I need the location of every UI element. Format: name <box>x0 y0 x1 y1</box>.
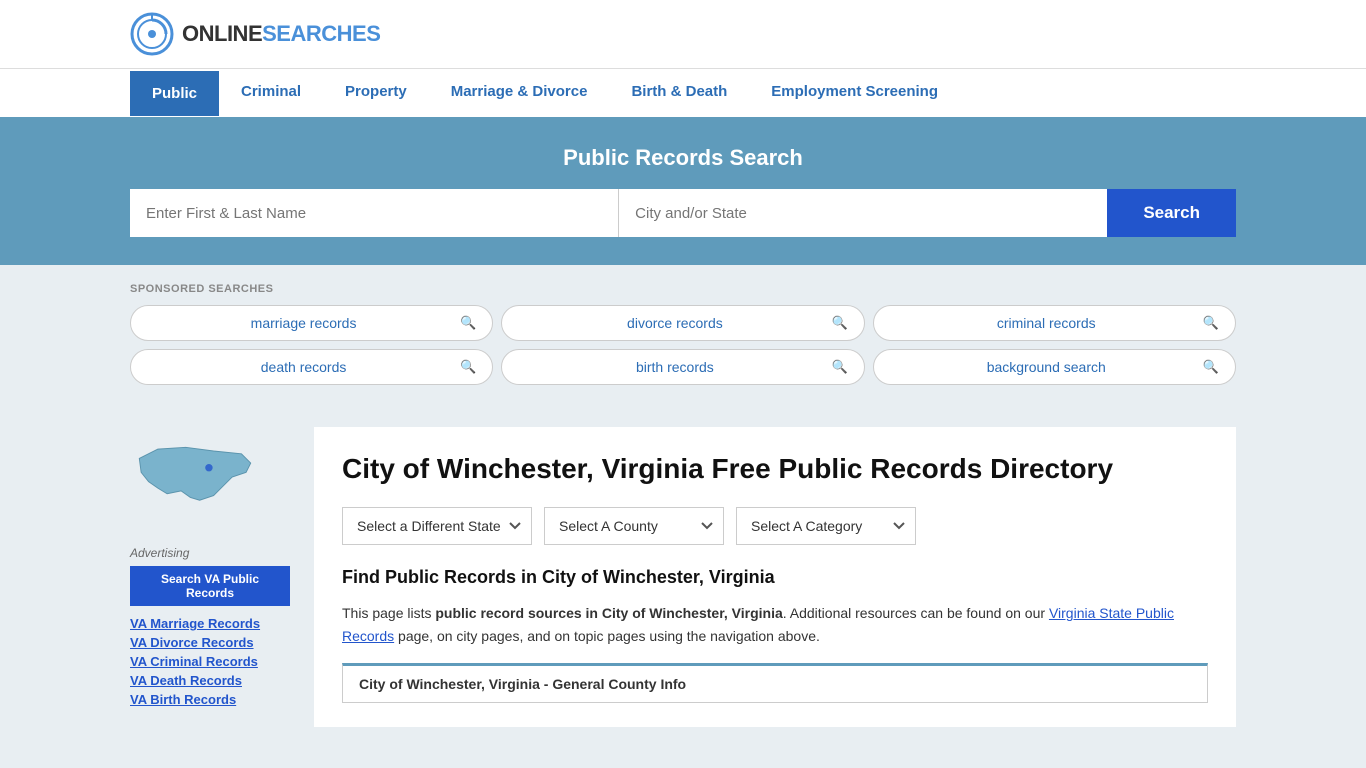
logo-text-searches: SEARCHES <box>262 21 380 46</box>
search-icon-5: 🔍 <box>831 359 847 375</box>
search-icon-2: 🔍 <box>831 315 847 331</box>
dropdowns-row: Select a Different State Select A County… <box>342 507 1208 545</box>
search-hero: Public Records Search Search <box>0 117 1366 265</box>
sidebar-link-va-birth[interactable]: VA Birth Records <box>130 692 290 707</box>
nav-item-public[interactable]: Public <box>130 71 219 116</box>
category-dropdown[interactable]: Select A Category <box>736 507 916 545</box>
sponsored-pill-birth[interactable]: birth records 🔍 <box>501 349 864 385</box>
sidebar-link-va-divorce[interactable]: VA Divorce Records <box>130 635 290 650</box>
find-records-bold: public record sources in City of Winches… <box>435 605 782 621</box>
sponsored-pill-divorce-text: divorce records <box>518 315 831 331</box>
content-area: Advertising Search VA Public Records VA … <box>0 403 1366 751</box>
logo[interactable]: ONLINESEARCHES <box>130 12 380 56</box>
sidebar-link-va-marriage[interactable]: VA Marriage Records <box>130 616 290 631</box>
search-icon-1: 🔍 <box>460 315 476 331</box>
search-icon-6: 🔍 <box>1203 359 1219 375</box>
sponsored-pill-birth-text: birth records <box>518 359 831 375</box>
search-name-input[interactable] <box>130 189 619 237</box>
find-records-text-1: This page lists <box>342 605 435 621</box>
virginia-map <box>130 427 260 527</box>
sponsored-pill-marriage[interactable]: marriage records 🔍 <box>130 305 493 341</box>
county-info-bar: City of Winchester, Virginia - General C… <box>342 663 1208 703</box>
sidebar-ad-button[interactable]: Search VA Public Records <box>130 566 290 606</box>
find-records-title: Find Public Records in City of Wincheste… <box>342 567 1208 588</box>
sponsored-pill-marriage-text: marriage records <box>147 315 460 331</box>
sponsored-pill-divorce[interactable]: divorce records 🔍 <box>501 305 864 341</box>
sponsored-grid-row1: marriage records 🔍 divorce records 🔍 cri… <box>130 305 1236 341</box>
sponsored-grid-row2: death records 🔍 birth records 🔍 backgrou… <box>130 349 1236 385</box>
state-dropdown[interactable]: Select a Different State <box>342 507 532 545</box>
search-icon-4: 🔍 <box>460 359 476 375</box>
sidebar-link-va-death[interactable]: VA Death Records <box>130 673 290 688</box>
find-records-text-3: page, on city pages, and on topic pages … <box>394 628 820 644</box>
search-location-input[interactable] <box>619 189 1107 237</box>
search-bar: Search <box>130 189 1236 237</box>
nav-item-property[interactable]: Property <box>323 69 429 117</box>
find-records-text-2: . Additional resources can be found on o… <box>783 605 1049 621</box>
search-button[interactable]: Search <box>1107 189 1236 237</box>
sponsored-pill-death-text: death records <box>147 359 460 375</box>
sponsored-section: SPONSORED SEARCHES marriage records 🔍 di… <box>0 265 1366 403</box>
logo-text-online: ONLINE <box>182 21 262 46</box>
sidebar-link-va-criminal[interactable]: VA Criminal Records <box>130 654 290 669</box>
header: ONLINESEARCHES <box>0 0 1366 69</box>
find-records-description: This page lists public record sources in… <box>342 602 1208 647</box>
sidebar-ad-label: Advertising <box>130 546 290 560</box>
logo-icon <box>130 12 174 56</box>
search-hero-title: Public Records Search <box>130 145 1236 171</box>
nav-item-employment-screening[interactable]: Employment Screening <box>749 69 960 117</box>
nav-item-birth-death[interactable]: Birth & Death <box>609 69 749 117</box>
sidebar: Advertising Search VA Public Records VA … <box>130 427 290 727</box>
sponsored-pill-criminal[interactable]: criminal records 🔍 <box>873 305 1236 341</box>
main-content: City of Winchester, Virginia Free Public… <box>314 427 1236 727</box>
sponsored-label: SPONSORED SEARCHES <box>130 283 1236 295</box>
sponsored-pill-death[interactable]: death records 🔍 <box>130 349 493 385</box>
nav-item-criminal[interactable]: Criminal <box>219 69 323 117</box>
page-title: City of Winchester, Virginia Free Public… <box>342 451 1208 487</box>
search-icon-3: 🔍 <box>1203 315 1219 331</box>
county-dropdown[interactable]: Select A County <box>544 507 724 545</box>
nav-item-marriage-divorce[interactable]: Marriage & Divorce <box>429 69 610 117</box>
sponsored-pill-criminal-text: criminal records <box>890 315 1203 331</box>
main-nav: Public Criminal Property Marriage & Divo… <box>0 69 1366 117</box>
sponsored-pill-background[interactable]: background search 🔍 <box>873 349 1236 385</box>
sponsored-pill-background-text: background search <box>890 359 1203 375</box>
